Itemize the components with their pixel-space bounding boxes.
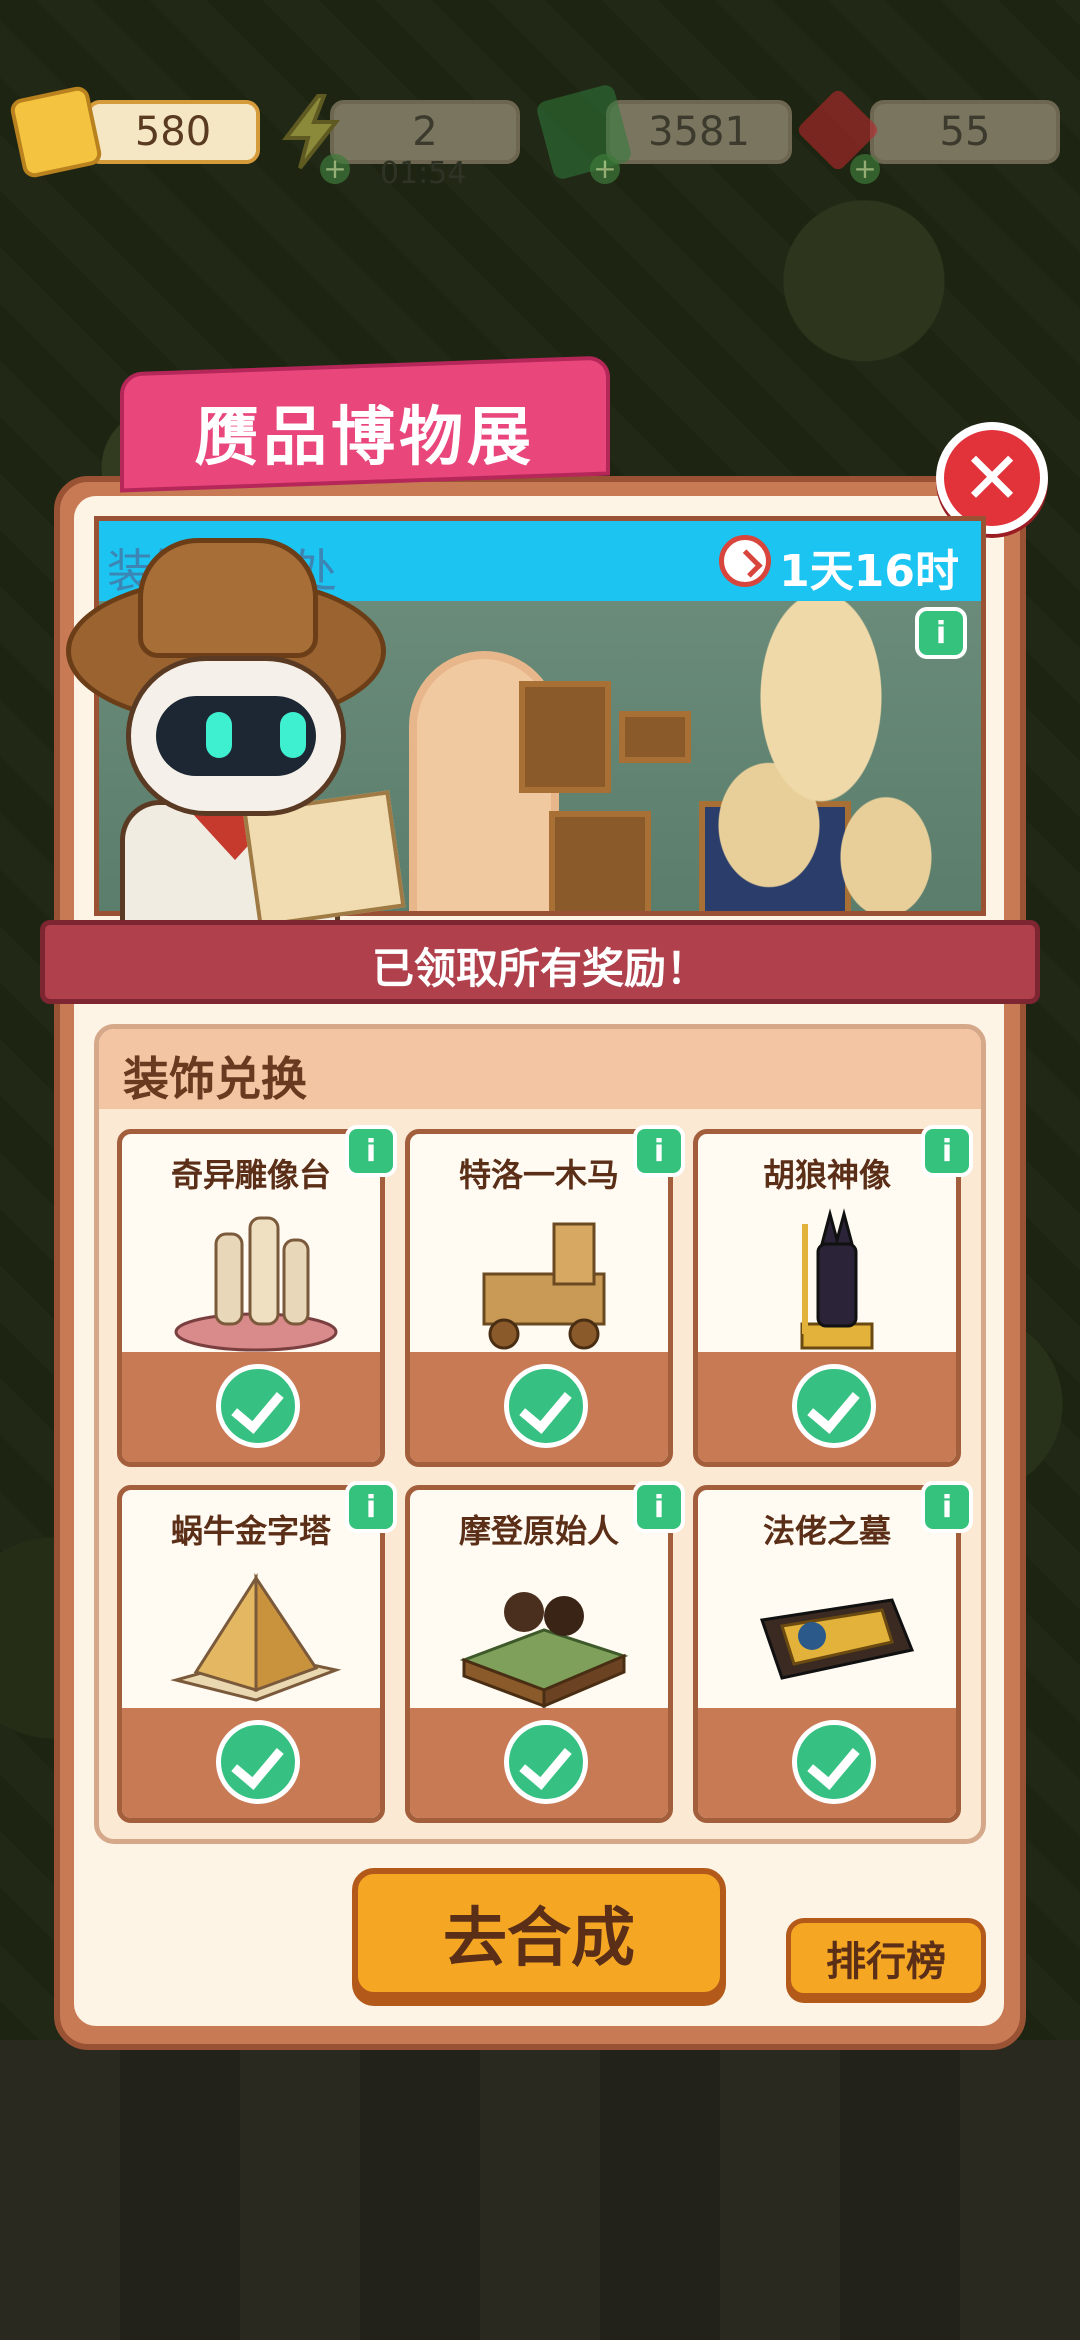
exchange-card[interactable]: 奇异雕像台 xyxy=(117,1129,385,1467)
mascot-hat-crown xyxy=(138,538,318,658)
info-icon: i xyxy=(653,1489,665,1525)
exchange-card[interactable]: 特洛一木马 xyxy=(405,1129,673,1467)
anubis-statue-icon xyxy=(800,1208,874,1350)
cash-counter[interactable]: 3581 xyxy=(606,100,792,164)
pyramid-icon xyxy=(170,1572,342,1702)
sarcophagus-icon xyxy=(759,1598,915,1680)
card-info-button[interactable]: i xyxy=(921,1125,973,1177)
statue-fountain-icon xyxy=(174,1216,338,1352)
claimed-check-icon xyxy=(792,1364,876,1448)
claimed-check-icon xyxy=(216,1364,300,1448)
gems-value: 55 xyxy=(939,109,991,155)
exchange-section-title: 装饰兑换 xyxy=(123,1052,307,1106)
exchange-card[interactable]: 蜗牛金字塔 xyxy=(117,1485,385,1823)
card-name: 蜗牛金字塔 xyxy=(170,1512,331,1550)
claimed-check-icon xyxy=(504,1720,588,1804)
info-icon: i xyxy=(653,1133,665,1169)
claimed-check-icon xyxy=(792,1720,876,1804)
event-title: 赝品博物展 xyxy=(195,401,535,475)
ticket-icon xyxy=(8,84,104,180)
mona-lisa-painting xyxy=(549,811,651,911)
card-name: 胡狼神像 xyxy=(762,1156,891,1194)
claimed-check-icon xyxy=(504,1364,588,1448)
mascot-eye-right xyxy=(280,712,306,758)
cavemen-diorama-icon xyxy=(459,1592,629,1709)
dinosaur-skeleton xyxy=(691,601,951,911)
energy-counter[interactable]: 2 xyxy=(330,100,520,164)
mascot-eye-left xyxy=(206,712,232,758)
small-painting xyxy=(619,711,691,763)
clock-icon xyxy=(719,535,771,587)
energy-value: 2 xyxy=(412,109,438,155)
exchange-card[interactable] xyxy=(405,1839,673,1844)
event-timer: 1天16时 xyxy=(779,546,959,597)
claimed-check-icon xyxy=(216,1720,300,1804)
tickets-counter[interactable]: 580 xyxy=(86,100,260,164)
info-icon: i xyxy=(941,1133,953,1169)
cash-value: 3581 xyxy=(648,109,750,155)
pearl-earring-painting xyxy=(519,681,611,793)
info-icon: i xyxy=(935,615,947,651)
card-name: 奇异雕像台 xyxy=(170,1156,331,1194)
exchange-section[interactable]: 装饰兑换 奇异雕像台 i 特洛一木马 i 胡狼神像 i 蜗牛金字塔 i 摩登原始… xyxy=(94,1024,986,1844)
info-icon: i xyxy=(365,1133,377,1169)
card-info-button[interactable]: i xyxy=(345,1125,397,1177)
gems-counter[interactable]: 55 xyxy=(870,100,1060,164)
card-name: 法佬之墓 xyxy=(762,1512,891,1550)
gems-plus-icon[interactable]: + xyxy=(850,154,880,184)
info-icon: i xyxy=(365,1489,377,1525)
card-info-button[interactable]: i xyxy=(633,1481,685,1533)
card-info-button[interactable]: i xyxy=(921,1481,973,1533)
exchange-card[interactable]: 摩登原始人 xyxy=(405,1485,673,1823)
info-icon: i xyxy=(941,1489,953,1525)
energy-plus-icon[interactable]: + xyxy=(320,154,350,184)
exchange-card[interactable] xyxy=(117,1839,385,1844)
leaderboard-button[interactable]: 排行榜 xyxy=(786,1918,986,1998)
exchange-card[interactable]: 法佬之墓 xyxy=(693,1485,961,1823)
energy-timer: 01:54 xyxy=(380,156,467,191)
go-merge-button[interactable]: 去合成 xyxy=(352,1868,726,1998)
cash-plus-icon[interactable]: + xyxy=(590,154,620,184)
close-icon: ✕ xyxy=(961,436,1023,520)
card-name: 特洛一木马 xyxy=(458,1156,619,1194)
banner-info-button[interactable]: i xyxy=(915,607,967,659)
card-info-button[interactable]: i xyxy=(345,1481,397,1533)
exchange-card[interactable]: 胡狼神像 xyxy=(693,1129,961,1467)
all-rewards-claimed-text: 已领取所有奖励！ xyxy=(371,944,708,993)
card-info-button[interactable]: i xyxy=(633,1125,685,1177)
card-name: 摩登原始人 xyxy=(458,1512,619,1550)
tickets-value: 580 xyxy=(134,109,212,155)
trojan-horse-icon xyxy=(482,1222,606,1350)
